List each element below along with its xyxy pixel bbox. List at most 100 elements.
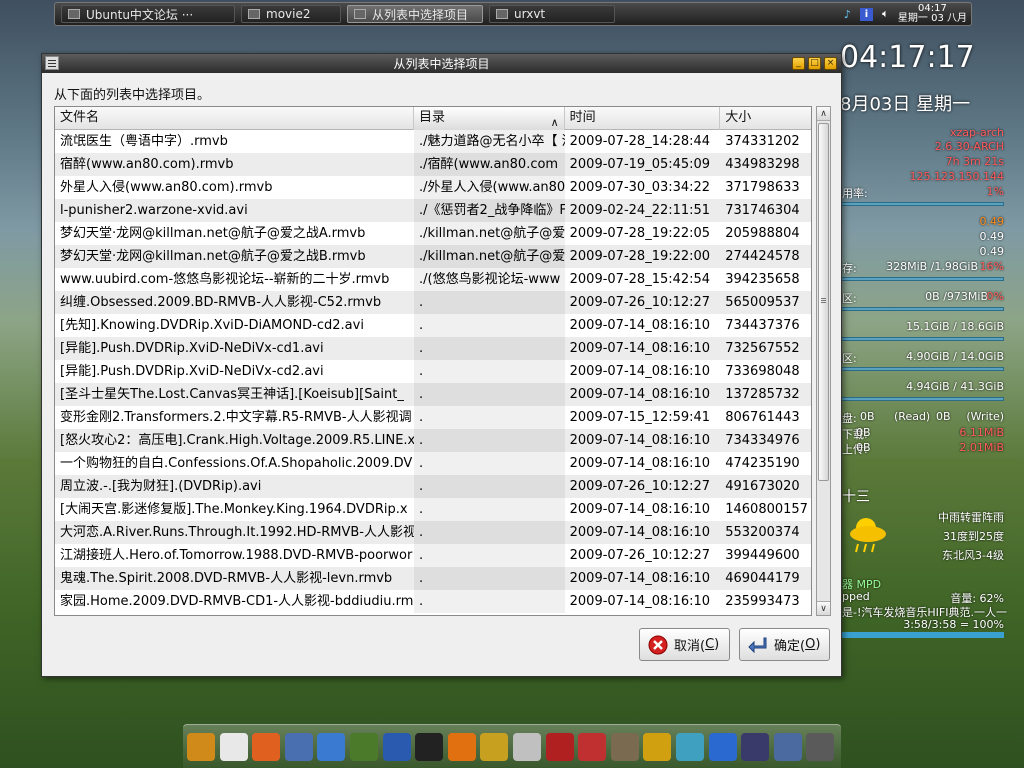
conky-monitor: 04:17:17 8月03日 星期一 xzap-arch 2.6.30-ARCH… <box>834 40 1024 640</box>
cell-time: 2009-07-30_03:34:22 <box>569 180 711 195</box>
table-row[interactable]: 鬼魂.The.Spirit.2008.DVD-RMVB-人人影视-levn.rm… <box>55 567 811 590</box>
cell-filename: www.uubird.com-悠悠鸟影视论坛--崭新的二十岁.rmvb <box>60 272 390 287</box>
xfce-mouse-icon[interactable] <box>284 732 313 761</box>
window-icon <box>496 9 508 19</box>
scroll-up-arrow[interactable]: ∧ <box>817 107 830 121</box>
book-icon[interactable] <box>349 732 378 761</box>
clock[interactable]: 04:17 星期一 03 八月 <box>898 4 967 24</box>
table-row[interactable]: [先知].Knowing.DVDRip.XviD-DiAMOND-cd2.avi… <box>55 314 811 337</box>
task-select-list[interactable]: 从列表中选择项目 <box>347 5 483 23</box>
task-ubuntu-forum[interactable]: Ubuntu中文论坛 ··· <box>61 5 235 23</box>
conky-net-down: 0B <box>856 426 871 439</box>
task-label: urxvt <box>514 7 546 21</box>
cell-time: 2009-07-26_10:12:27 <box>569 295 711 310</box>
cell-directory: ./(悠悠鸟影视论坛-www <box>414 268 565 291</box>
cell-size: 474235190 <box>725 456 800 471</box>
table-row[interactable]: [异能].Push.DVDRip.XviD-NeDiVx-cd1.avi. 200… <box>55 337 811 360</box>
cancel-button[interactable]: 取消(C) <box>639 628 730 661</box>
font-viewer-icon[interactable] <box>545 732 574 761</box>
table-row[interactable]: 外星人入侵(www.an80.com).rmvb ./外星人入侵(www.an80… <box>55 176 811 199</box>
maximize-button[interactable]: □ <box>808 57 821 70</box>
dialog-titlebar[interactable]: 从列表中选择项目 _ □ × <box>42 54 841 73</box>
conky-weather-desc: 中雨转雷阵雨 <box>938 511 1004 524</box>
calculator-icon[interactable] <box>806 732 835 761</box>
column-header-filename[interactable]: 文件名 <box>55 107 415 130</box>
file-table: 文件名 目录 ∧ 时间 大小 流氓医生（粤语中字）.rmvb ./魅力道路@无名小… <box>54 106 812 616</box>
table-body: 流氓医生（粤语中字）.rmvb ./魅力道路@无名小卒【 流 2009-07-28_… <box>55 130 811 613</box>
cell-directory: . <box>414 360 565 383</box>
task-urxvt[interactable]: urxvt <box>489 5 615 23</box>
cell-size: 137285732 <box>725 387 800 402</box>
google-earth-icon[interactable] <box>382 732 411 761</box>
table-row[interactable]: 周立波.-.[我为财狂].(DVDRip).avi. 2009-07-26_10:… <box>55 475 811 498</box>
cell-time: 2009-07-14_08:16:10 <box>569 387 711 402</box>
swap-bar <box>834 307 1004 311</box>
column-header-size[interactable]: 大小 <box>720 107 811 130</box>
cell-directory: . <box>414 521 565 544</box>
text-editor-icon[interactable] <box>512 732 541 761</box>
conky-cpu-value: 1% <box>986 185 1004 198</box>
cell-size: 399449600 <box>725 548 800 563</box>
table-row[interactable]: 梦幻天堂·龙网@killman.net@航子@爱之战A.rmvb ./killma… <box>55 222 811 245</box>
vertical-scrollbar[interactable]: ∧ ∨ <box>816 106 831 616</box>
cell-filename: [异能].Push.DVDRip.XviD-NeDiVx-cd1.avi <box>60 341 324 356</box>
table-row[interactable]: www.uubird.com-悠悠鸟影视论坛--崭新的二十岁.rmvb ./(悠悠… <box>55 268 811 291</box>
cell-filename: [先知].Knowing.DVDRip.XviD-DiAMOND-cd2.avi <box>60 318 364 333</box>
table-row[interactable]: [异能].Push.DVDRip.XviD-NeDiVx-cd2.avi. 200… <box>55 360 811 383</box>
minimize-button[interactable]: _ <box>792 57 805 70</box>
table-row[interactable]: [圣斗士星矢The.Lost.Canvas冥王神话].[Koeisub][Sai… <box>55 383 811 406</box>
cancel-mnemonic: C <box>705 637 715 652</box>
column-header-directory[interactable]: 目录 ∧ <box>414 107 565 130</box>
media-player-icon[interactable] <box>578 732 607 761</box>
notes-icon[interactable] <box>480 732 509 761</box>
file-manager-icon[interactable] <box>187 732 215 761</box>
task-movie2[interactable]: movie2 <box>241 5 341 23</box>
scroll-thumb[interactable] <box>818 123 829 481</box>
volume-icon[interactable]: 🔈︎ <box>879 7 892 21</box>
firefox-icon[interactable] <box>252 732 281 761</box>
disk2-bar <box>834 367 1004 371</box>
table-row[interactable]: 大河恋.A.River.Runs.Through.It.1992.HD-RMVB… <box>55 521 811 544</box>
cell-size: 734437376 <box>725 318 800 333</box>
music-note-icon[interactable] <box>708 732 737 761</box>
conky-swap-label: 区: <box>842 292 857 305</box>
audio-player-icon[interactable] <box>675 732 704 761</box>
qq-penguin-icon[interactable] <box>415 732 444 761</box>
terminal-icon[interactable] <box>219 732 248 761</box>
table-row[interactable]: 家园.Home.2009.DVD-RMVB-CD1-人人影视-bddiudiu.… <box>55 590 811 613</box>
table-row[interactable]: 变形金刚2.Transformers.2.中文字幕.R5-RMVB-人人影视调.… <box>55 406 811 429</box>
close-button[interactable]: × <box>824 57 837 70</box>
conky-disk2-label: 区: <box>842 352 857 365</box>
table-row[interactable]: 宿醉(www.an80.com).rmvb ./宿醉(www.an80.com 20… <box>55 153 811 176</box>
basketball-icon[interactable] <box>447 732 476 761</box>
video-clapper-icon[interactable] <box>741 732 770 761</box>
music-note-icon[interactable]: ♪ <box>841 8 854 21</box>
table-row[interactable]: 纠缠.Obsessed.2009.BD-RMVB-人人影视-C52.rmvb. 2… <box>55 291 811 314</box>
table-row[interactable]: l-punisher2.warzone-xvid.avi ./《惩罚者2_战争降临… <box>55 199 811 222</box>
cell-time: 2009-07-28_14:28:44 <box>569 134 711 149</box>
conky-time: 04:17:17 <box>840 40 975 75</box>
table-row[interactable]: 江湖接班人.Hero.of.Tomorrow.1988.DVD-RMVB-poo… <box>55 544 811 567</box>
window-menu-icon[interactable] <box>45 56 59 70</box>
cell-directory: . <box>414 590 565 613</box>
virtualbox-icon[interactable] <box>773 732 802 761</box>
conky-load3: 0.49 <box>979 245 1005 258</box>
scroll-down-arrow[interactable]: ∨ <box>817 601 830 615</box>
cell-size: 734334976 <box>725 433 800 448</box>
column-header-time[interactable]: 时间 <box>565 107 721 130</box>
table-row[interactable]: 流氓医生（粤语中字）.rmvb ./魅力道路@无名小卒【 流 2009-07-28_… <box>55 130 811 153</box>
feather-icon[interactable] <box>643 732 672 761</box>
cell-time: 2009-07-28_19:22:00 <box>569 249 711 264</box>
cell-filename: 流氓医生（粤语中字）.rmvb <box>60 134 228 149</box>
info-icon[interactable]: i <box>859 7 873 21</box>
table-row[interactable]: [大闹天宫.影迷修复版].The.Monkey.King.1964.DVDRip… <box>55 498 811 521</box>
table-row[interactable]: 一个购物狂的自白.Confessions.Of.A.Shopaholic.200… <box>55 452 811 475</box>
mpd-progress-bar <box>842 632 1004 638</box>
ok-button[interactable]: 确定(O) <box>739 628 830 661</box>
cell-time: 2009-07-14_08:16:10 <box>569 318 711 333</box>
network-globe-icon[interactable] <box>317 732 346 761</box>
table-row[interactable]: [怒火攻心2：高压电].Crank.High.Voltage.2009.R5.L… <box>55 429 811 452</box>
table-row[interactable]: 梦幻天堂·龙网@killman.net@航子@爱之战B.rmvb ./killma… <box>55 245 811 268</box>
cell-time: 2009-07-14_08:16:10 <box>569 525 711 540</box>
gimp-icon[interactable] <box>610 732 639 761</box>
